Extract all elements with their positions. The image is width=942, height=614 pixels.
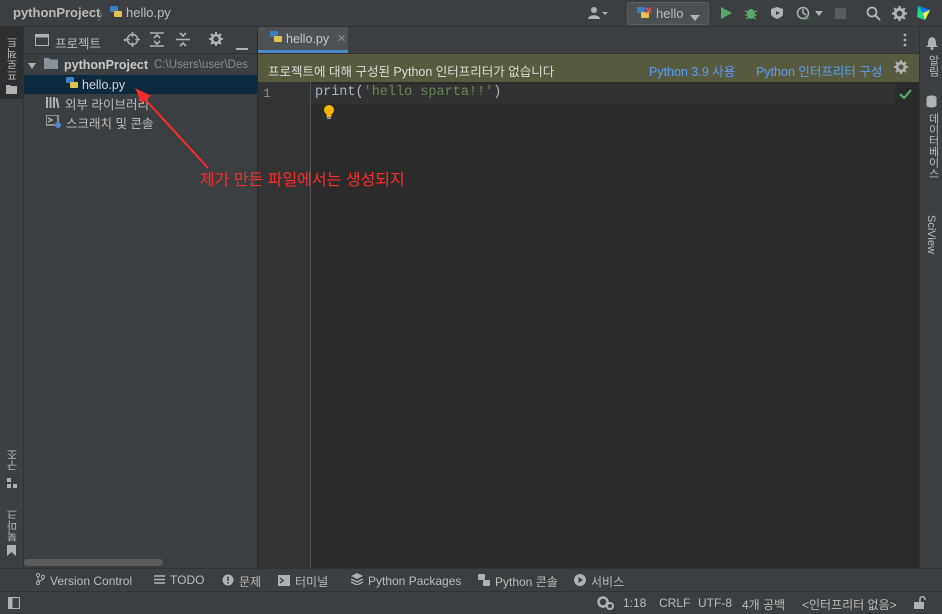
annotation-arrow (135, 87, 209, 169)
annotation-text: 제가 만든 파일에서는 생성되지 (200, 172, 405, 189)
